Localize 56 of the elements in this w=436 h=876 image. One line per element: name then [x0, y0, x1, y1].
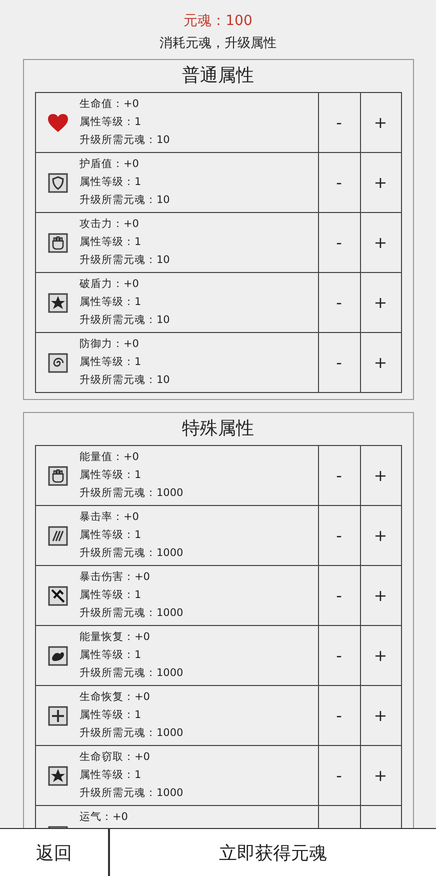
increase-button[interactable]: +	[360, 273, 402, 332]
shield-icon	[48, 172, 68, 192]
increase-button[interactable]: +	[360, 686, 402, 745]
attribute-name: 破盾力：+0	[80, 277, 140, 292]
upgrade-cost: 升级所需元魂：1000	[80, 486, 184, 501]
claw-icon	[48, 526, 68, 546]
plus-icon	[48, 706, 68, 726]
attribute-level: 属性等级：1	[80, 768, 142, 783]
splash-icon	[48, 646, 68, 666]
attribute-level: 属性等级：1	[80, 648, 142, 663]
increase-button[interactable]: +	[360, 506, 402, 565]
increase-button[interactable]: +	[360, 333, 402, 392]
increase-button[interactable]: +	[360, 153, 402, 212]
attribute-name: 能量恢复：+0	[80, 630, 151, 645]
upgrade-cost: 升级所需元魂：10	[80, 373, 171, 388]
attribute-name: 能量值：+0	[80, 450, 140, 465]
heart-icon	[46, 112, 68, 132]
upgrade-cost: 升级所需元魂：1000	[80, 606, 184, 621]
attribute-level: 属性等级：1	[80, 468, 142, 483]
attribute-name: 生命值：+0	[80, 97, 140, 112]
subtitle: 消耗元魂，升级属性	[160, 35, 276, 52]
attribute-name: 攻击力：+0	[80, 217, 140, 232]
upgrade-cost: 升级所需元魂：1000	[80, 786, 184, 801]
increase-button[interactable]: +	[360, 446, 402, 505]
attribute-level: 属性等级：1	[80, 355, 142, 370]
panel-title: 特殊属性	[182, 417, 254, 441]
upgrade-cost: 升级所需元魂：10	[80, 313, 171, 328]
upgrade-cost: 升级所需元魂：10	[80, 133, 171, 148]
attribute-level: 属性等级：1	[80, 588, 142, 603]
burst-icon	[48, 292, 68, 312]
attribute-name: 生命窃取：+0	[80, 750, 151, 765]
attribute-level: 属性等级：1	[80, 528, 142, 543]
attribute-name: 运气：+0	[80, 810, 129, 825]
increase-button[interactable]: +	[360, 93, 402, 152]
increase-button[interactable]: +	[360, 746, 402, 805]
upgrade-cost: 升级所需元魂：10	[80, 253, 171, 268]
upgrade-cost: 升级所需元魂：1000	[80, 546, 184, 561]
upgrade-cost: 升级所需元魂：1000	[80, 726, 184, 741]
upgrade-cost: 升级所需元魂：10	[80, 193, 171, 208]
upgrade-cost: 升级所需元魂：1000	[80, 666, 184, 681]
increase-button[interactable]: +	[360, 566, 402, 625]
attribute-level: 属性等级：1	[80, 295, 142, 310]
attribute-name: 生命恢复：+0	[80, 690, 151, 705]
swirl-icon	[48, 352, 68, 372]
attribute-name: 防御力：+0	[80, 337, 140, 352]
soul-count: 元魂：100	[184, 12, 252, 30]
panel-title: 普通属性	[182, 64, 254, 88]
attribute-level: 属性等级：1	[80, 175, 142, 190]
attribute-level: 属性等级：1	[80, 235, 142, 250]
increase-button[interactable]: +	[360, 213, 402, 272]
attribute-name: 暴击率：+0	[80, 510, 140, 525]
attribute-name: 护盾值：+0	[80, 157, 140, 172]
attribute-level: 属性等级：1	[80, 708, 142, 723]
attribute-name: 暴击伤害：+0	[80, 570, 151, 585]
attribute-level: 属性等级：1	[80, 115, 142, 130]
increase-button[interactable]: +	[360, 626, 402, 685]
